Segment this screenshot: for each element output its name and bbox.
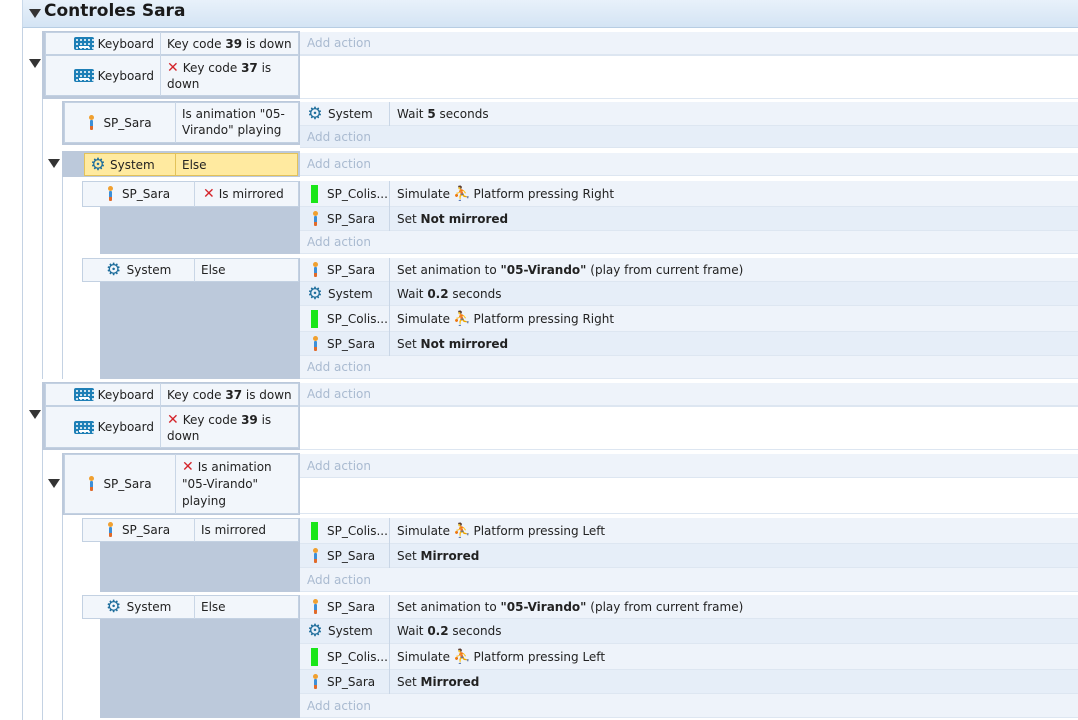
add-action[interactable]: Add action <box>300 231 1078 254</box>
gear-icon: ⚙ <box>307 283 323 304</box>
event-rail <box>42 450 43 720</box>
condition-row[interactable]: Keyboard ✕ Key code 39 is down <box>45 406 299 448</box>
platform-runner-icon: ⛹ <box>453 522 471 539</box>
group-title: Controles Sara <box>44 1 186 21</box>
event-rail <box>62 515 63 720</box>
gear-icon: ⚙ <box>106 260 122 280</box>
collision-box-icon <box>311 647 318 666</box>
sprite-icon <box>88 114 95 131</box>
condition-row[interactable]: SP_Sara Is mirrored <box>82 518 299 542</box>
condition-row[interactable]: Keyboard Key code 39 is down <box>45 32 299 55</box>
sprite-icon <box>107 522 114 538</box>
event-spacer <box>300 478 1078 514</box>
event-rail <box>42 99 43 379</box>
action-row[interactable]: SP_Sara Set Not mirrored <box>300 331 1078 356</box>
expand-toggle-icon[interactable] <box>48 159 60 168</box>
keyboard-icon <box>73 69 94 82</box>
sprite-icon <box>312 547 319 564</box>
x-invert-icon: ✕ <box>203 186 215 202</box>
action-row[interactable]: ⚙ System Wait 0.2 seconds <box>300 618 1078 644</box>
action-row[interactable]: ⚙ System Wait 0.2 seconds <box>300 281 1078 306</box>
gear-icon: ⚙ <box>90 154 106 175</box>
sprite-icon <box>107 186 114 202</box>
sprite-icon <box>312 335 319 352</box>
condition-row[interactable]: ⚙ System Else <box>82 595 299 619</box>
condition-row[interactable]: SP_Sara Is animation "05- Virando" playin… <box>64 102 299 143</box>
condition-row[interactable]: SP_Sara ✕ Is mirrored <box>82 181 299 207</box>
x-invert-icon: ✕ <box>182 459 194 475</box>
add-action[interactable]: Add action <box>300 454 1078 478</box>
expand-toggle-icon[interactable] <box>48 479 60 488</box>
condition-row[interactable]: SP_Sara ✕ Is animation "05-Virando" playing <box>64 454 299 514</box>
collision-box-icon <box>311 521 318 540</box>
action-row[interactable]: SP_Colis... Simulate ⛹ Platform pressing R… <box>300 180 1078 207</box>
sprite-icon <box>312 673 319 690</box>
event-rail <box>62 177 63 379</box>
sprite-icon <box>312 210 319 227</box>
action-row[interactable]: ⚙ System Wait 5 seconds <box>300 101 1078 126</box>
group-rail <box>22 28 23 720</box>
x-invert-icon: ✕ <box>167 412 179 428</box>
keyboard-icon <box>73 420 94 434</box>
triangle-down-icon[interactable] <box>29 9 41 18</box>
sprite-icon <box>88 476 95 492</box>
keyboard-icon <box>73 388 94 401</box>
keyboard-icon <box>73 37 94 50</box>
gear-icon: ⚙ <box>106 597 122 617</box>
collision-box-icon <box>311 184 318 203</box>
add-action[interactable]: Add action <box>300 568 1078 592</box>
add-action[interactable]: Add action <box>300 356 1078 379</box>
action-row[interactable]: SP_Colis... Simulate ⛹ Platform pressing L… <box>300 643 1078 670</box>
x-invert-icon: ✕ <box>167 60 179 76</box>
gear-icon: ⚙ <box>307 621 323 641</box>
action-row[interactable]: SP_Sara Set Mirrored <box>300 543 1078 568</box>
action-row[interactable]: SP_Sara Set Mirrored <box>300 669 1078 694</box>
gear-icon: ⚙ <box>307 103 323 124</box>
platform-runner-icon: ⛹ <box>453 648 471 665</box>
action-row[interactable]: SP_Sara Set animation to "05-Virando" (p… <box>300 257 1078 282</box>
add-action[interactable]: Add action <box>300 32 1078 55</box>
action-row[interactable]: SP_Colis... Simulate ⛹ Platform pressing R… <box>300 305 1078 332</box>
add-action[interactable]: Add action <box>300 694 1078 718</box>
action-row[interactable]: SP_Sara Set animation to "05-Virando" (p… <box>300 594 1078 619</box>
expand-toggle-icon[interactable] <box>29 59 41 68</box>
collision-box-icon <box>311 309 318 328</box>
event-spacer <box>300 55 1078 99</box>
condition-row[interactable]: ⚙ System Else <box>82 258 299 282</box>
expand-toggle-icon[interactable] <box>29 410 41 419</box>
condition-row[interactable]: Keyboard ✕ Key code 37 is down <box>45 55 299 96</box>
action-row[interactable]: SP_Sara Set Not mirrored <box>300 206 1078 231</box>
add-action[interactable]: Add action <box>300 126 1078 148</box>
add-action[interactable]: Add action <box>300 383 1078 406</box>
platform-runner-icon: ⛹ <box>453 185 471 202</box>
sprite-icon <box>312 261 319 278</box>
platform-runner-icon: ⛹ <box>453 310 471 327</box>
condition-row-selected[interactable]: ⚙ System Else <box>84 153 298 176</box>
action-row[interactable]: SP_Colis... Simulate ⛹ Platform pressing L… <box>300 517 1078 544</box>
condition-row[interactable]: Keyboard Key code 37 is down <box>45 383 299 406</box>
add-action[interactable]: Add action <box>300 153 1078 176</box>
event-spacer <box>300 406 1078 450</box>
sprite-icon <box>312 598 319 615</box>
